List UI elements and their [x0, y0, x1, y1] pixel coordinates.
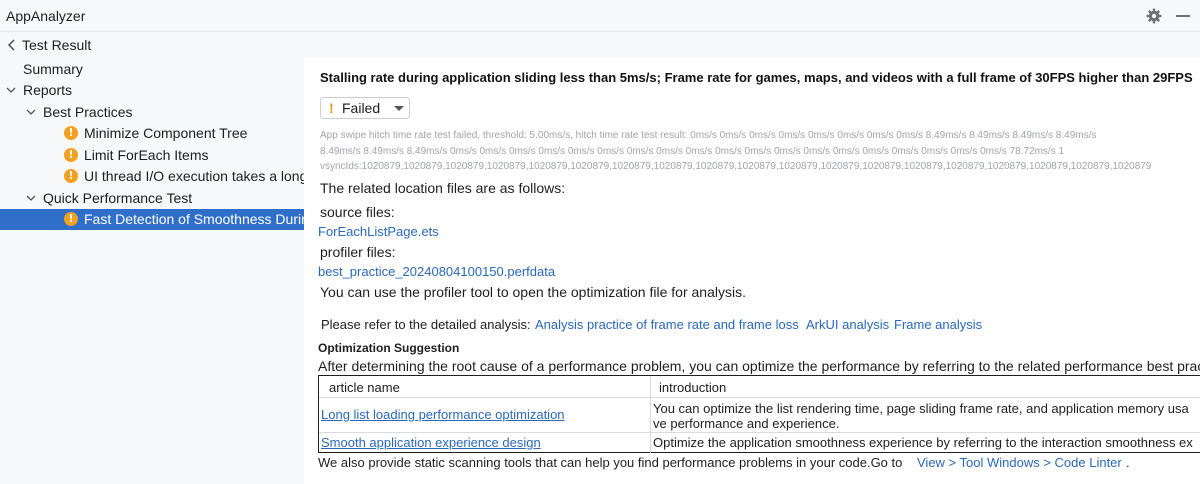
tree-item-limit-foreach-items[interactable]: ! Limit ForEach Items — [0, 145, 304, 166]
chevron-down-icon[interactable] — [6, 85, 16, 95]
table-header — [319, 376, 1200, 398]
article-link-long-list[interactable]: Long list loading performance optimizati… — [321, 407, 565, 422]
tree-item-label: Minimize Component Tree — [84, 125, 248, 141]
chevron-down-icon — [394, 106, 404, 111]
article-link-smooth-design[interactable]: Smooth application experience design — [321, 435, 541, 450]
tree-item-label: Best Practices — [43, 104, 133, 120]
minus-icon[interactable] — [1176, 15, 1190, 17]
warning-icon: ! — [64, 169, 78, 183]
code-linter-link[interactable]: View > Tool Windows > Code Linter — [917, 455, 1122, 470]
status-value: Failed — [342, 100, 381, 116]
tree-item-label: UI thread I/O execution takes a long t — [84, 168, 304, 184]
profiler-hint: You can use the profiler tool to open th… — [320, 284, 746, 300]
warning-icon: ! — [329, 100, 334, 116]
footer-end: . — [1126, 455, 1130, 470]
tree-item-label: Quick Performance Test — [43, 190, 193, 206]
tree-item-label: Limit ForEach Items — [84, 147, 209, 163]
status-dropdown[interactable]: ! Failed — [320, 97, 410, 119]
gear-icon[interactable] — [1146, 8, 1162, 24]
source-files-label: source files: — [320, 204, 395, 220]
tree-item-label: Reports — [23, 82, 73, 98]
related-files-intro: The related location files are as follow… — [320, 180, 566, 196]
app-title: AppAnalyzer — [6, 8, 86, 24]
link-arkui-analysis[interactable]: ArkUI analysis — [806, 317, 889, 332]
detail-line: 8.49ms/s 8.49ms/s 8.49ms/s 0ms/s 0ms/s 0… — [320, 146, 1065, 157]
tree-item-quick-performance-test[interactable]: Quick Performance Test — [0, 188, 304, 209]
breadcrumb: Test Result — [0, 32, 1200, 58]
link-frame-rate-analysis[interactable]: Analysis practice of frame rate and fram… — [535, 317, 799, 332]
warning-icon: ! — [64, 212, 78, 226]
tree-item-ui-thread-io[interactable]: ! UI thread I/O execution takes a long t — [0, 166, 304, 187]
optimization-title: Optimization Suggestion — [318, 341, 460, 355]
warning-icon: ! — [64, 126, 78, 140]
tree-item-minimize-component-tree[interactable]: ! Minimize Component Tree — [0, 123, 304, 144]
profiler-file-link[interactable]: best_practice_20240804100150.perfdata — [318, 264, 555, 279]
tree-item-label: Summary — [23, 61, 83, 77]
tree-item-best-practices[interactable]: Best Practices — [0, 102, 304, 123]
article-intro: ve performance and experience. — [653, 416, 840, 431]
page-title: Stalling rate during application sliding… — [320, 70, 1193, 85]
row-divider — [319, 432, 1200, 433]
column-header-introduction: introduction — [659, 380, 727, 395]
profiler-files-label: profiler files: — [320, 244, 396, 260]
warning-icon: ! — [64, 148, 78, 162]
refer-label: Please refer to the detailed analysis: — [321, 317, 531, 332]
article-intro: Optimize the application smoothness expe… — [653, 435, 1193, 450]
chevron-left-icon[interactable] — [6, 38, 18, 52]
optimization-text: After determining the root cause of a pe… — [318, 358, 1200, 374]
chevron-down-icon[interactable] — [26, 193, 36, 203]
breadcrumb-label[interactable]: Test Result — [22, 37, 91, 53]
footer-text: We also provide static scanning tools th… — [318, 455, 903, 470]
detail-line: vsyncIds:1020879,1020879,1020879,1020879… — [320, 161, 1152, 172]
tree-item-summary[interactable]: Summary — [0, 59, 304, 80]
tree-item-label: Fast Detection of Smoothness During — [84, 211, 304, 227]
tree-item-reports[interactable]: Reports — [0, 80, 304, 101]
detail-line: App swipe hitch time rate test failed, t… — [320, 130, 1097, 141]
column-divider — [650, 376, 651, 454]
column-header-article-name: article name — [329, 380, 400, 395]
title-bar: AppAnalyzer — [0, 0, 1200, 32]
detail-panel: Stalling rate during application sliding… — [304, 58, 1200, 484]
tree-item-fast-detection-smoothness[interactable]: ! Fast Detection of Smoothness During — [0, 209, 304, 230]
report-tree: Summary Reports Best Practices ! Minimiz… — [0, 58, 304, 484]
article-table: article name introduction Long list load… — [318, 375, 1200, 454]
article-intro: You can optimize the list rendering time… — [653, 401, 1189, 416]
source-file-link[interactable]: ForEachListPage.ets — [318, 224, 439, 239]
link-frame-analysis[interactable]: Frame analysis — [894, 317, 982, 332]
chevron-down-icon[interactable] — [26, 107, 36, 117]
